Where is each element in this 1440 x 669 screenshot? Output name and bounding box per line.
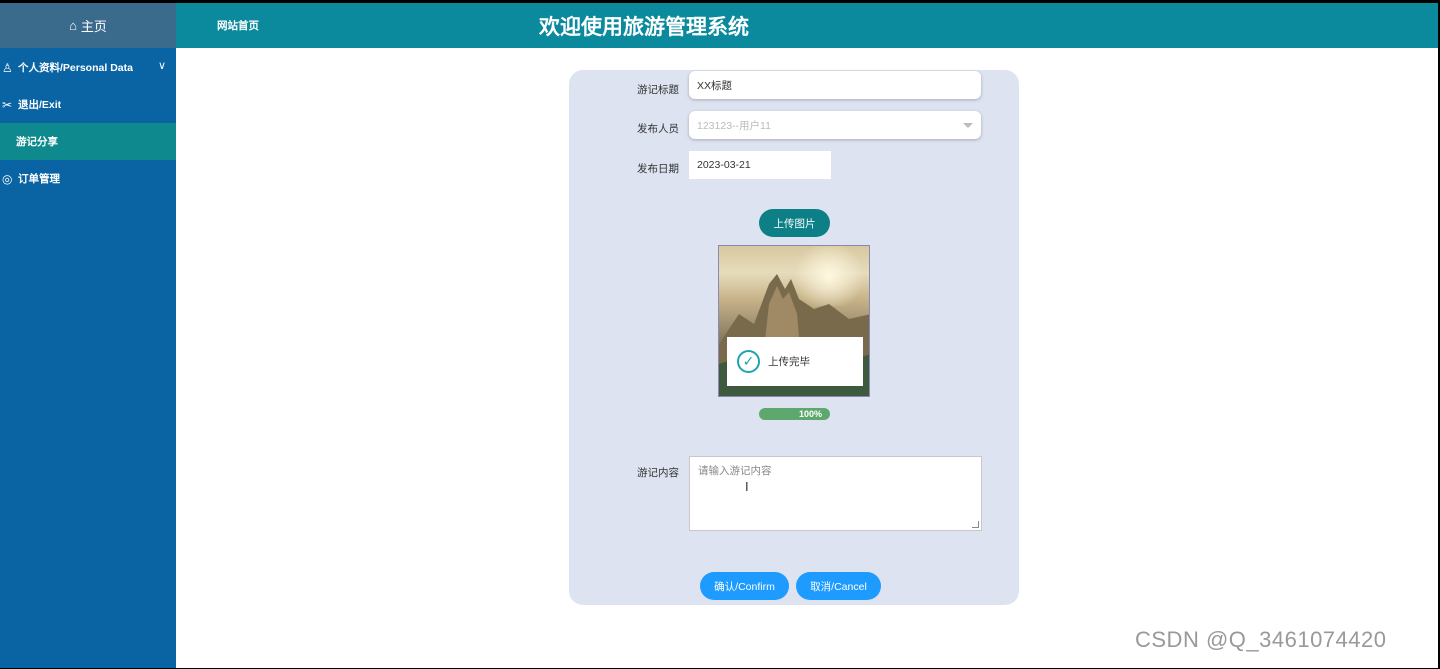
user-icon: ♙ xyxy=(2,60,13,75)
nav-home-link[interactable]: 网站首页 xyxy=(217,18,259,33)
publisher-value: 123123--用户11 xyxy=(697,119,771,132)
sidebar-item-label: 游记分享 xyxy=(16,136,58,148)
home-icon: ⌂ xyxy=(69,18,77,33)
uploaded-image-preview: ✓ 上传完毕 xyxy=(718,245,870,397)
check-circle-icon: ✓ xyxy=(737,350,760,373)
sidebar-item-label: 订单管理 xyxy=(18,173,60,185)
exit-icon: ✂ xyxy=(2,97,13,112)
title-label: 游记标题 xyxy=(637,84,679,96)
sidebar-item-personal-data[interactable]: ♙ 个人资料/Personal Data ∨ xyxy=(0,49,176,86)
sidebar-item-exit[interactable]: ✂ 退出/Exit xyxy=(0,86,176,123)
upload-progress-text: 100% xyxy=(798,409,822,419)
sidebar-item-travel-share[interactable]: 游记分享 xyxy=(0,123,176,160)
date-input[interactable]: 2023-03-21 xyxy=(689,151,831,179)
sidebar-item-label: 个人资料/Personal Data xyxy=(18,62,133,74)
upload-complete-text: 上传完毕 xyxy=(768,356,810,368)
sidebar: ⌂ 主页 ♙ 个人资料/Personal Data ∨ ✂ 退出/Exit 游记… xyxy=(0,3,176,668)
chevron-down-icon xyxy=(963,123,973,128)
sidebar-home[interactable]: ⌂ 主页 xyxy=(0,3,176,48)
order-icon: ◎ xyxy=(2,171,13,186)
sidebar-home-label: 主页 xyxy=(80,19,107,34)
travel-note-form: 游记标题 XX标题 发布人员 123123--用户11 发布日期 2023-03… xyxy=(569,70,1019,605)
content-textarea[interactable]: 请输入游记内容 xyxy=(689,456,982,531)
title-input[interactable]: XX标题 xyxy=(689,71,981,99)
content-label: 游记内容 xyxy=(637,467,679,479)
cancel-button[interactable]: 取消/Cancel xyxy=(796,572,881,600)
date-label: 发布日期 xyxy=(637,163,679,175)
sidebar-item-label: 退出/Exit xyxy=(18,99,62,111)
sidebar-item-orders[interactable]: ◎ 订单管理 xyxy=(0,160,176,197)
resize-handle[interactable] xyxy=(972,521,979,528)
content-placeholder: 请输入游记内容 xyxy=(698,465,772,477)
title-value: XX标题 xyxy=(697,79,733,92)
text-cursor-icon: I xyxy=(745,479,749,494)
confirm-button[interactable]: 确认/Confirm xyxy=(700,572,789,600)
watermark: CSDN @Q_3461074420 xyxy=(1135,627,1387,652)
upload-complete-toast: ✓ 上传完毕 xyxy=(727,337,863,386)
upload-progress-bar: 100% xyxy=(759,408,830,420)
publisher-label: 发布人员 xyxy=(637,123,679,135)
top-header: 网站首页 欢迎使用旅游管理系统 xyxy=(176,3,1438,48)
date-value: 2023-03-21 xyxy=(697,159,751,171)
publisher-select[interactable]: 123123--用户11 xyxy=(689,111,981,139)
upload-image-button[interactable]: 上传图片 xyxy=(759,209,830,237)
chevron-down-icon: ∨ xyxy=(157,60,166,72)
app-window: ⌂ 主页 ♙ 个人资料/Personal Data ∨ ✂ 退出/Exit 游记… xyxy=(0,3,1438,668)
page-title: 欢迎使用旅游管理系统 xyxy=(539,16,749,39)
